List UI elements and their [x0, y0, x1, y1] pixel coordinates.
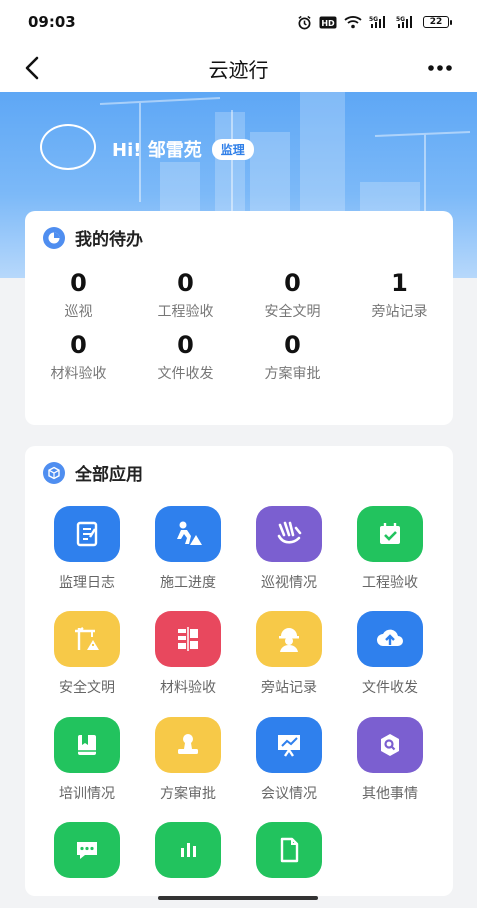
home-indicator	[158, 896, 318, 900]
avatar[interactable]	[40, 124, 96, 170]
todo-card-header: 我的待办	[43, 225, 143, 250]
svg-text:5G: 5G	[369, 16, 378, 23]
app-messages[interactable]	[37, 822, 137, 878]
app-plan-approval[interactable]: 方案审批	[138, 717, 238, 803]
battery-level: 22	[429, 17, 443, 27]
todo-item-safety[interactable]: 0 安全文明	[239, 269, 346, 321]
app-safety-civilization[interactable]: 安全文明	[37, 611, 137, 697]
status-bar: 09:03 HD 5G 5G 22	[0, 0, 477, 44]
app-side-station-record[interactable]: 旁站记录	[239, 611, 339, 697]
app-training-status[interactable]: 培训情况	[37, 717, 137, 803]
hardhat-worker-icon	[256, 611, 322, 667]
app-material-acceptance[interactable]: 材料验收	[138, 611, 238, 697]
user-name: Hi! 邹雷苑	[112, 140, 202, 161]
todo-label: 文件收发	[157, 366, 214, 382]
app-label: 培训情况	[59, 786, 115, 802]
app-label: 文件收发	[362, 680, 418, 696]
battery-icon: 22	[423, 16, 452, 28]
todo-item-patrol[interactable]: 0 巡视	[25, 269, 132, 321]
todo-item-acceptance[interactable]: 0 工程验收	[132, 269, 239, 321]
alarm-icon	[297, 15, 312, 30]
app-label: 会议情况	[261, 786, 317, 802]
wave-hand-icon	[256, 506, 322, 562]
app-label: 安全文明	[59, 680, 115, 696]
todo-item-side-station[interactable]: 1 旁站记录	[346, 269, 453, 321]
todo-label: 工程验收	[157, 304, 214, 320]
todo-count: 1	[391, 269, 408, 297]
todo-count: 0	[284, 269, 301, 297]
signal-5g-icon-1: 5G	[369, 15, 389, 29]
todo-count: 0	[177, 331, 194, 359]
cube-icon	[43, 461, 65, 484]
app-document-exchange[interactable]: 文件收发	[340, 611, 440, 697]
todo-card: 我的待办 0 巡视 0 工程验收 0 安全文明 1 旁站记录 0 材料验收 0 …	[25, 211, 453, 425]
app-supervision-log[interactable]: 监理日志	[37, 506, 137, 592]
todo-count: 0	[284, 331, 301, 359]
chat-bubble-icon	[54, 822, 120, 878]
page-title: 云迹行	[208, 57, 269, 82]
document-icon	[256, 822, 322, 878]
notebook-icon	[54, 506, 120, 562]
status-icons: HD 5G 5G 22	[297, 15, 452, 30]
more-dots-icon	[428, 65, 452, 71]
pie-clock-icon	[43, 226, 65, 249]
todo-count: 0	[70, 331, 87, 359]
status-time: 09:03	[28, 13, 76, 31]
app-label: 材料验收	[160, 680, 216, 696]
hd-icon: HD	[319, 16, 337, 29]
app-documents[interactable]	[239, 822, 339, 878]
construction-worker-icon	[155, 506, 221, 562]
app-other-matters[interactable]: 其他事情	[340, 717, 440, 803]
app-label: 巡视情况	[261, 575, 317, 591]
app-patrol-status[interactable]: 巡视情况	[239, 506, 339, 592]
book-icon	[54, 717, 120, 773]
todo-item-material[interactable]: 0 材料验收	[25, 331, 132, 383]
todo-count: 0	[70, 269, 87, 297]
cloud-upload-icon	[357, 611, 423, 667]
app-statistics[interactable]	[138, 822, 238, 878]
presentation-icon	[256, 717, 322, 773]
app-label: 旁站记录	[261, 680, 317, 696]
todo-item-documents[interactable]: 0 文件收发	[132, 331, 239, 383]
app-construction-progress[interactable]: 施工进度	[138, 506, 238, 592]
todo-label: 安全文明	[264, 304, 321, 320]
app-label: 监理日志	[59, 575, 115, 591]
user-greeting: Hi! 邹雷苑 监理	[112, 136, 254, 162]
apps-card-header: 全部应用	[43, 460, 143, 485]
apps-title: 全部应用	[75, 465, 143, 485]
role-badge: 监理	[211, 138, 254, 160]
material-grid-icon	[155, 611, 221, 667]
todo-item-plan-approval[interactable]: 0 方案审批	[239, 331, 346, 383]
svg-text:5G: 5G	[396, 16, 405, 23]
search-bubble-icon	[357, 717, 423, 773]
app-project-acceptance[interactable]: 工程验收	[340, 506, 440, 592]
wifi-icon	[344, 15, 362, 29]
todo-label: 材料验收	[50, 366, 107, 382]
app-label: 施工进度	[160, 575, 216, 591]
stamp-icon	[155, 717, 221, 773]
todo-label: 方案审批	[264, 366, 321, 382]
app-meeting-status[interactable]: 会议情况	[239, 717, 339, 803]
apps-card: 全部应用 监理日志 施工进度 巡视情况 工程验收 安全文明 材料验收 旁站记录 …	[25, 446, 453, 896]
calendar-check-icon	[357, 506, 423, 562]
crane-warning-icon	[54, 611, 120, 667]
todo-label: 巡视	[64, 304, 93, 320]
more-button[interactable]	[425, 56, 455, 80]
back-button[interactable]	[22, 54, 52, 82]
chevron-left-icon	[25, 56, 39, 80]
app-label: 工程验收	[362, 575, 418, 591]
todo-count: 0	[177, 269, 194, 297]
todo-label: 旁站记录	[371, 304, 428, 320]
signal-5g-icon-2: 5G	[396, 15, 416, 29]
todo-title: 我的待办	[75, 230, 143, 250]
nav-bar: 云迹行	[0, 44, 477, 92]
bar-chart-icon	[155, 822, 221, 878]
app-label: 方案审批	[160, 786, 216, 802]
app-label: 其他事情	[362, 786, 418, 802]
svg-text:HD: HD	[321, 19, 335, 28]
